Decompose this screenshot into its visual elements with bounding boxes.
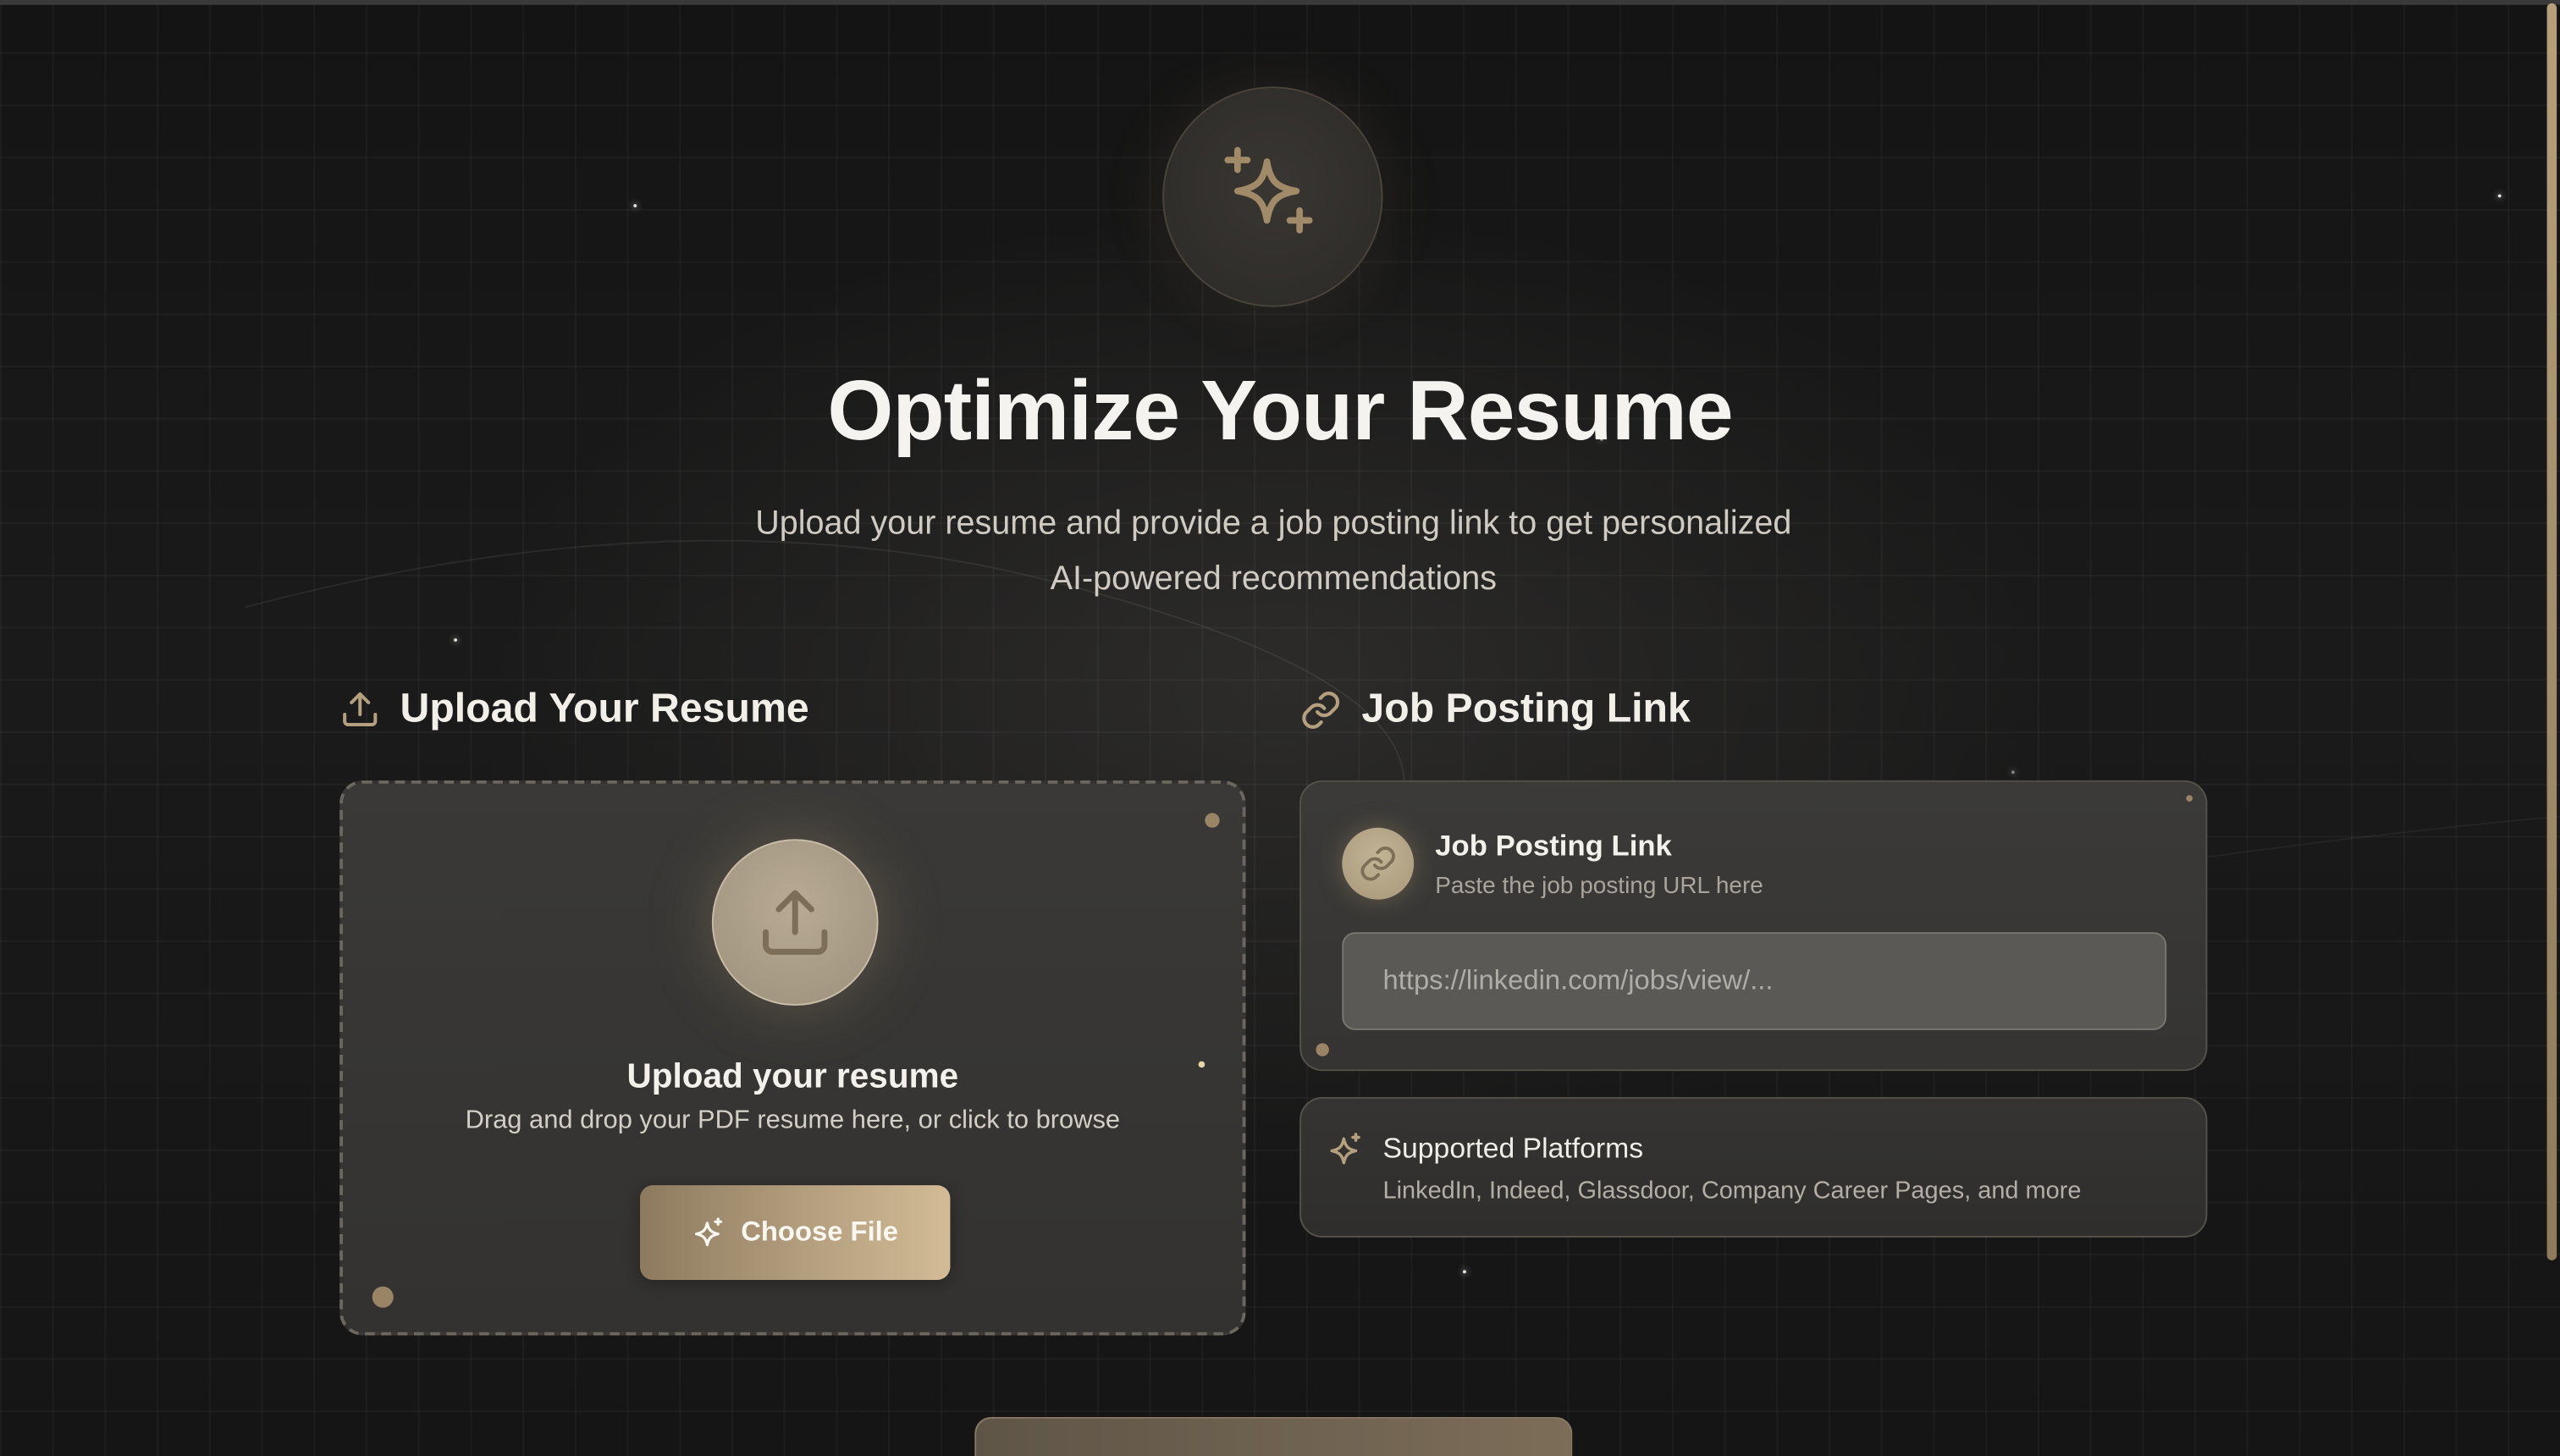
dropzone-title: Upload your resume (626, 1057, 959, 1096)
resume-dropzone[interactable]: Upload your resume Drag and drop your PD… (339, 780, 1246, 1336)
page-subtitle: Upload your resume and provide a job pos… (686, 496, 1862, 607)
sparkle-dot (454, 638, 457, 642)
scrollbar-thumb[interactable] (2546, 3, 2557, 1260)
choose-file-button[interactable]: Choose File (639, 1185, 951, 1280)
supported-platforms-card: Supported Platforms LinkedIn, Indeed, Gl… (1299, 1097, 2208, 1238)
upload-icon (763, 890, 828, 955)
upload-section-title: Upload Your Resume (400, 685, 809, 731)
sparkle-dot (1462, 1270, 1466, 1274)
upload-icon-circle (711, 839, 879, 1006)
sparkles-icon (1223, 146, 1312, 233)
upload-section-heading: Upload Your Resume (339, 685, 809, 733)
link-icon (1360, 847, 1395, 881)
dropzone-description: Drag and drop your PDF resume here, or c… (465, 1106, 1121, 1135)
decorative-dot (372, 1286, 394, 1308)
upload-icon (343, 692, 378, 727)
link-icon-circle (1342, 827, 1415, 900)
choose-file-label: Choose File (741, 1216, 899, 1248)
job-link-card-title: Job Posting Link (1435, 829, 1672, 863)
job-section-heading: Job Posting Link (1299, 686, 1691, 733)
page-title: Optimize Your Resume (827, 364, 1733, 459)
job-section-title: Job Posting Link (1361, 685, 1691, 731)
job-link-card: Job Posting Link Paste the job posting U… (1299, 780, 2208, 1072)
sparkle-dot (633, 204, 637, 207)
sparkle-dot (2011, 770, 2015, 775)
sparkles-icon (694, 1217, 722, 1247)
decorative-dot (1316, 1043, 1329, 1056)
hero-sparkles-badge (1162, 86, 1383, 307)
decorative-dot (2186, 795, 2193, 802)
subtitle-line: Upload your resume and provide a job pos… (755, 504, 1792, 543)
platforms-description: LinkedIn, Indeed, Glassdoor, Company Car… (1382, 1177, 2082, 1205)
job-url-input[interactable] (1342, 932, 2167, 1030)
link-icon (1302, 691, 1340, 728)
page: Optimize Your Resume Upload your resume … (0, 0, 2560, 1456)
job-link-card-subtitle: Paste the job posting URL here (1435, 873, 1763, 900)
subtitle-line: AI-powered recommendations (1050, 560, 1497, 598)
platforms-title: Supported Platforms (1382, 1131, 1644, 1165)
decorative-dot (1205, 813, 1220, 828)
analyze-button[interactable] (974, 1416, 1573, 1456)
sparkle-dot (2497, 194, 2502, 198)
sparkles-icon (1330, 1133, 1360, 1165)
